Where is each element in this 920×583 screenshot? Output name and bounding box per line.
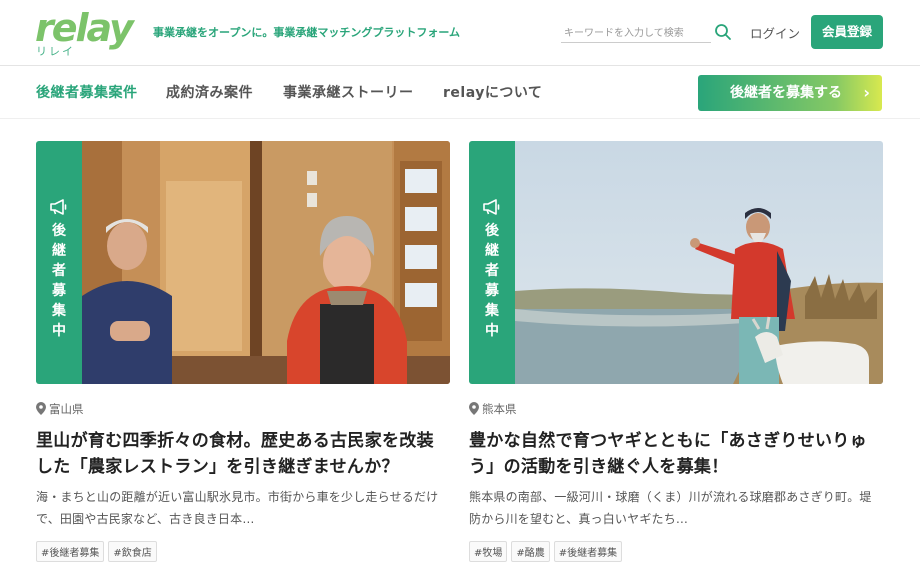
- nav-item-stories[interactable]: 事業承継ストーリー: [283, 82, 414, 102]
- nav-item-recruiting[interactable]: 後継者募集案件: [36, 82, 138, 102]
- megaphone-icon: [50, 199, 67, 215]
- restaurant-owners-photo: [82, 141, 450, 384]
- post-successor-button[interactable]: 後継者を募集する ›: [698, 75, 882, 111]
- location-pin-icon: [36, 402, 46, 415]
- tag[interactable]: #牧場: [469, 541, 508, 562]
- badge-label: 後継者募集中: [485, 223, 499, 339]
- tag[interactable]: #飲食店: [108, 541, 157, 562]
- card-tags: #牧場 #酪農 #後継者募集: [469, 541, 626, 562]
- main-nav: 後継者募集案件 成約済み案件 事業承継ストーリー relayについて 後継者を募…: [0, 67, 920, 119]
- tag[interactable]: #後継者募集: [36, 541, 105, 562]
- location-label: 熊本県: [482, 402, 517, 416]
- nav-item-about[interactable]: relayについて: [443, 82, 542, 102]
- location-pin-icon: [469, 402, 479, 415]
- megaphone-icon: [483, 199, 500, 215]
- search-icon[interactable]: [714, 23, 732, 41]
- location-label: 富山県: [49, 402, 84, 416]
- card-image[interactable]: 後継者募集中: [36, 141, 450, 384]
- card-location: 熊本県: [469, 401, 517, 417]
- listing-card[interactable]: 後継者募集中: [36, 141, 450, 562]
- card-image[interactable]: 後継者募集中: [469, 141, 883, 384]
- search-input[interactable]: [561, 23, 707, 44]
- card-description: 熊本県の南部、一級河川・球磨（くま）川が流れる球磨郡あさぎり町。堤防から川を望む…: [469, 490, 872, 526]
- tag[interactable]: #酪農: [511, 541, 550, 562]
- register-button[interactable]: 会員登録: [811, 15, 883, 49]
- tag[interactable]: #後継者募集: [553, 541, 623, 562]
- logo-katakana: リレイ: [36, 45, 75, 58]
- listing-card[interactable]: 後継者募集中: [469, 141, 883, 562]
- badge-label: 後継者募集中: [52, 223, 66, 339]
- card-tags: #後継者募集 #飲食店: [36, 541, 161, 562]
- recruiting-badge: 後継者募集中: [469, 141, 515, 384]
- nav-item-closed-deals[interactable]: 成約済み案件: [166, 82, 253, 102]
- site-tagline: 事業承継をオープンに。事業承継マッチングプラットフォーム: [153, 26, 461, 39]
- card-title[interactable]: 里山が育む四季折々の食材。歴史ある古民家を改装した「農家レストラン」を引き継ぎま…: [36, 428, 450, 480]
- recruiting-badge: 後継者募集中: [36, 141, 82, 384]
- logo-wordmark: relay: [35, 6, 134, 50]
- relay-logo[interactable]: relay リレイ: [35, 6, 140, 58]
- login-link[interactable]: ログイン: [750, 23, 800, 42]
- card-description: 海・まちと山の距離が近い富山駅氷見市。市街から車を少し走らせるだけで、田園や古民…: [36, 490, 439, 526]
- search-box: [561, 21, 711, 44]
- goat-farmer-photo: [515, 141, 883, 384]
- card-title[interactable]: 豊かな自然で育つヤギとともに「あさぎりせいりゅう」の活動を引き継ぐ人を募集！: [469, 428, 883, 480]
- chevron-right-icon: ›: [863, 83, 870, 102]
- cta-label: 後継者を募集する: [730, 85, 842, 101]
- site-header: relay リレイ 事業承継をオープンに。事業承継マッチングプラットフォーム ロ…: [0, 0, 920, 66]
- card-location: 富山県: [36, 401, 84, 417]
